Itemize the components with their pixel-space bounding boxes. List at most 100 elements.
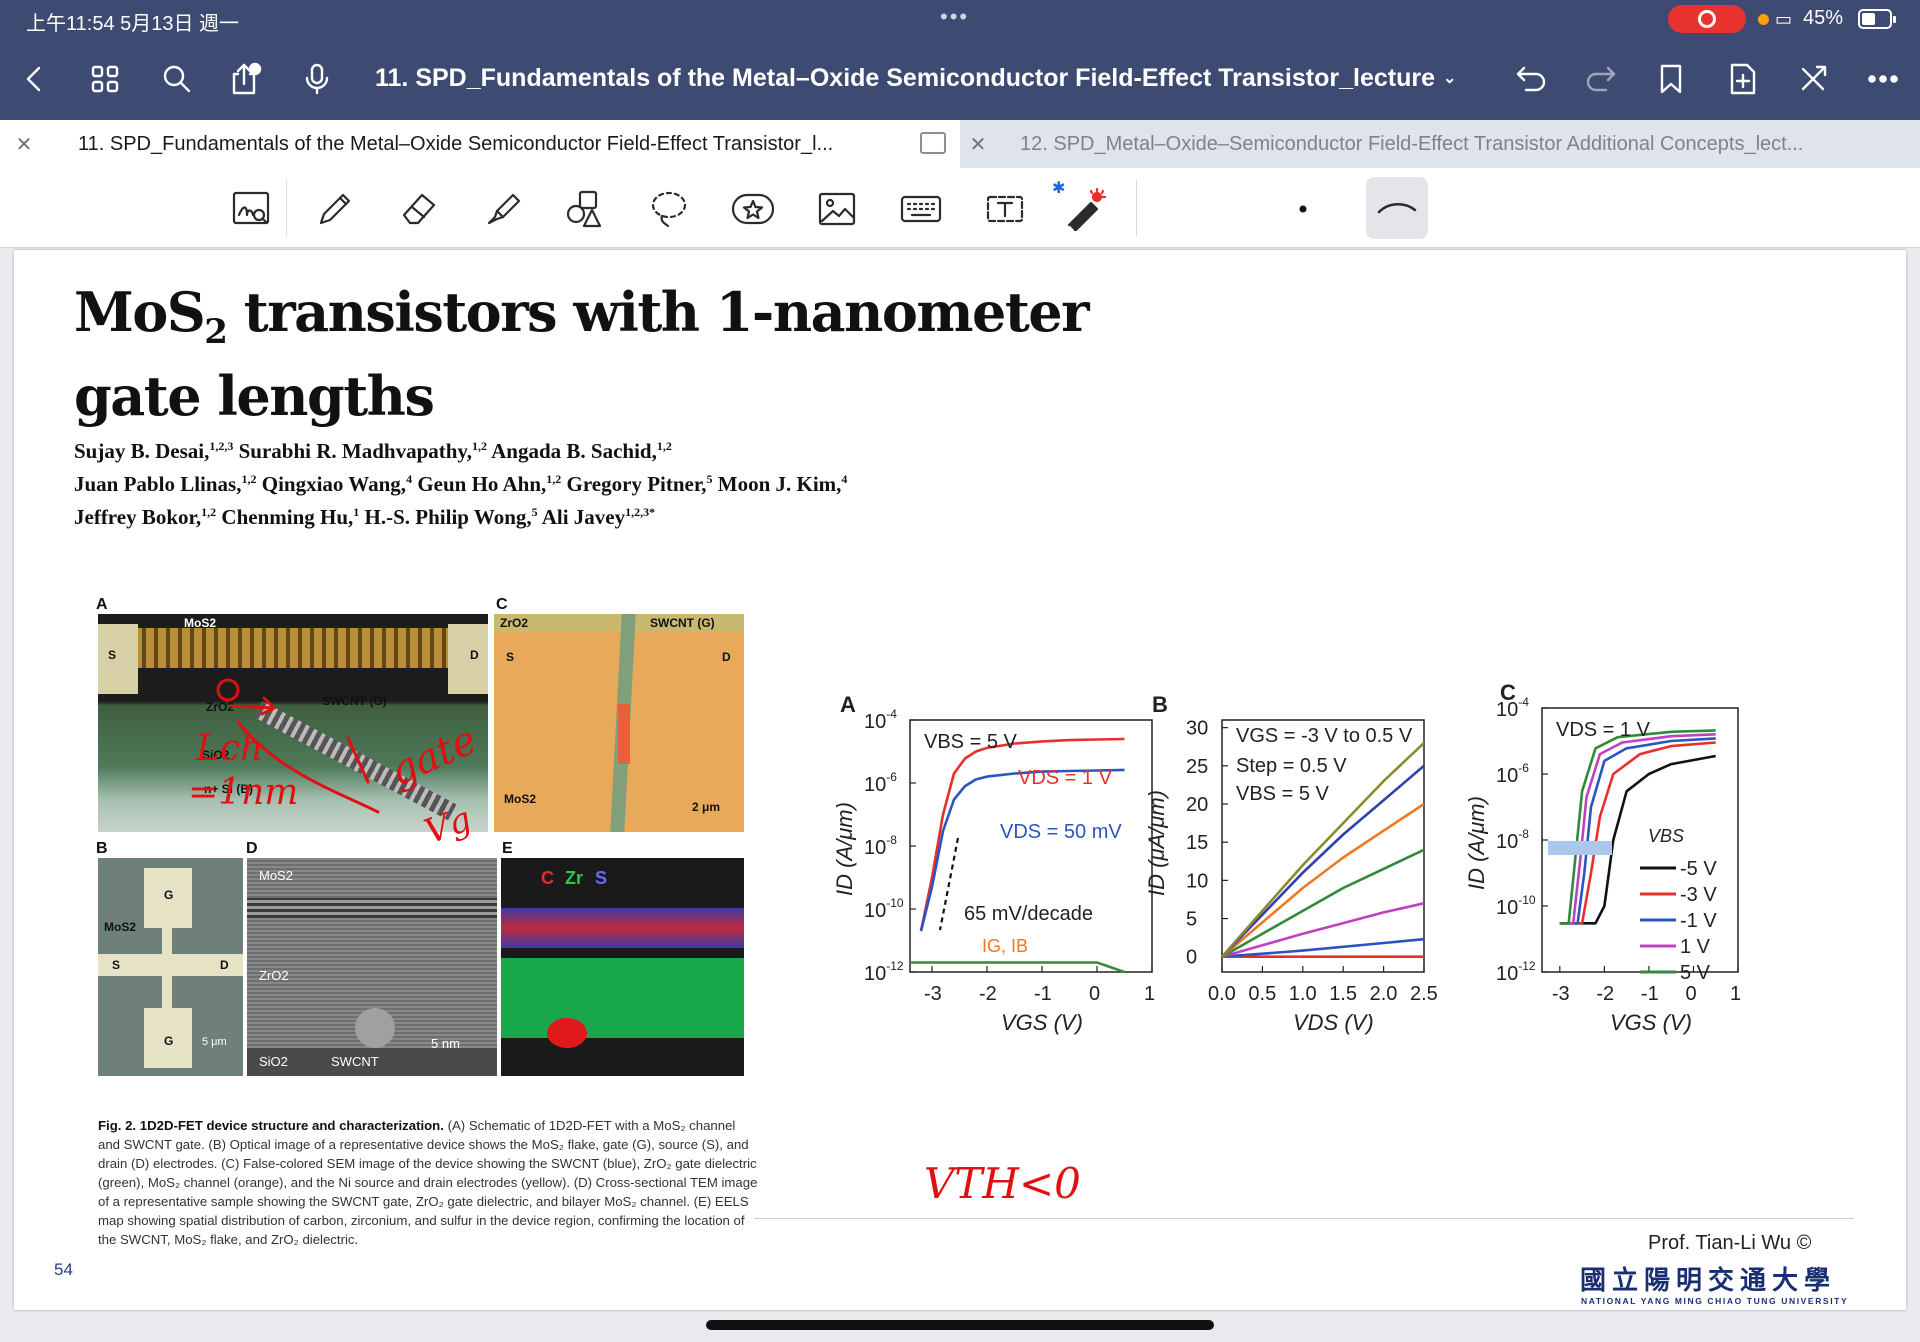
battery-icon xyxy=(1858,9,1896,29)
y-tick-label: 0 xyxy=(1186,947,1197,969)
lasso-icon[interactable] xyxy=(646,186,692,232)
search-icon[interactable] xyxy=(154,56,200,102)
tab-lecture-12[interactable]: ✕ 12. SPD_Metal–Oxide–Semiconductor Fiel… xyxy=(960,120,1920,168)
y-tick-label: 10-4 xyxy=(864,707,897,733)
y-tick-label: 5 xyxy=(1186,909,1197,931)
zoom-write-icon[interactable] xyxy=(228,186,274,232)
chart-panel-label: B xyxy=(1152,692,1168,717)
annotation-text: VGS = -3 V to 0.5 V xyxy=(1236,725,1413,747)
y-tick-label: 15 xyxy=(1186,832,1208,854)
document-title[interactable]: 11. SPD_Fundamentals of the Metal–Oxide … xyxy=(375,64,1456,93)
x-tick-label: 1 xyxy=(1730,983,1741,1005)
pen-icon[interactable] xyxy=(312,186,358,232)
y-tick-label: 10-6 xyxy=(1496,761,1529,787)
pen-stroke-style-icon[interactable] xyxy=(1366,177,1428,239)
more-icon[interactable] xyxy=(1860,56,1906,102)
close-tab-icon[interactable]: ✕ xyxy=(960,132,996,157)
y-tick-label: 25 xyxy=(1186,756,1208,778)
figure-device-structure: A B C D E MoS2 S D ZrO2 SWCNT (G) SiO2 n… xyxy=(96,596,748,1082)
nav-bar: 11. SPD_Fundamentals of the Metal–Oxide … xyxy=(0,38,1920,120)
eraser-icon[interactable] xyxy=(396,186,442,232)
grid-icon[interactable] xyxy=(82,56,128,102)
image-icon[interactable] xyxy=(814,186,860,232)
x-axis-label: VDS (V) xyxy=(1293,1010,1374,1035)
airplay-icon: ▭ xyxy=(1775,9,1793,29)
y-tick-label: 10-8 xyxy=(864,833,897,859)
sticker-icon[interactable] xyxy=(730,186,776,232)
university-name-en: NATIONAL YANG MING CHIAO TUNG UNIVERSITY xyxy=(1581,1296,1849,1306)
add-page-icon[interactable] xyxy=(1720,56,1766,102)
chevron-down-icon: ⌄ xyxy=(1443,70,1457,87)
x-tick-label: -1 xyxy=(1034,983,1052,1005)
legend-label: -1 V xyxy=(1680,910,1717,932)
pdf-page[interactable]: MoS2 transistors with 1-nanometer gate l… xyxy=(14,250,1906,1310)
x-tick-label: 0 xyxy=(1089,983,1100,1005)
share-icon[interactable] xyxy=(222,56,268,102)
title-line2: gate lengths xyxy=(74,363,435,428)
close-tab-icon[interactable]: ✕ xyxy=(6,132,42,157)
plot-frame xyxy=(909,719,1153,973)
figure-caption: Fig. 2. 1D2D-FET device structure and ch… xyxy=(98,1116,758,1249)
bookmark-icon[interactable] xyxy=(1648,56,1694,102)
title-part: transistors with 1-nanometer xyxy=(226,280,1090,344)
document-title-text: 11. SPD_Fundamentals of the Metal–Oxide … xyxy=(375,64,1435,92)
home-indicator[interactable] xyxy=(706,1320,1214,1330)
multitask-dots[interactable]: ••• xyxy=(940,4,969,30)
annotation-gate: gate xyxy=(383,717,483,795)
annotation-text: VDS = 50 mV xyxy=(1000,821,1122,843)
legend-label: 5 V xyxy=(1680,962,1711,984)
pen-size-dot-icon[interactable] xyxy=(1280,186,1326,232)
author-list: Sujay B. Desai,1,2,3 Surabhi R. Madhvapa… xyxy=(74,439,848,529)
redo-icon[interactable] xyxy=(1578,56,1624,102)
shapes-icon[interactable] xyxy=(562,186,608,232)
keyboard-icon[interactable] xyxy=(898,186,944,232)
handwritten-annotations: Lch =1nm gate Vg xyxy=(188,678,484,852)
title-part: MoS xyxy=(74,280,206,344)
x-tick-label: 2.0 xyxy=(1370,983,1398,1005)
back-icon[interactable] xyxy=(12,56,58,102)
plot-frame xyxy=(1541,707,1739,973)
annotation-eq: =1nm xyxy=(188,772,298,813)
x-tick-label: 1.0 xyxy=(1289,983,1317,1005)
status-bar: 上午11:54 5月13日 週一 ••• ▭ 45% xyxy=(0,0,1920,38)
highlighter-icon[interactable] xyxy=(480,186,526,232)
legend-label: -5 V xyxy=(1680,858,1717,880)
series-line xyxy=(1221,802,1425,958)
text-icon[interactable] xyxy=(982,186,1028,232)
y-tick-label: 30 xyxy=(1186,718,1208,740)
title-subscript: 2 xyxy=(204,311,228,352)
microphone-icon[interactable] xyxy=(294,56,340,102)
close-tools-icon[interactable] xyxy=(1790,56,1836,102)
tab-lecture-11[interactable]: ✕ 11. SPD_Fundamentals of the Metal–Oxid… xyxy=(0,120,960,168)
charts-svg: A10-410-610-810-1010-12-3 -2 -1 0 1VGS (V)ID… xyxy=(832,680,1741,1035)
university-name-zh: 國立陽明交通大學 xyxy=(1580,1266,1837,1296)
y-tick-label: 10-12 xyxy=(864,959,904,985)
x-tick-label: 1 xyxy=(1144,983,1155,1005)
annotation-text: 65 mV/decade xyxy=(964,903,1093,925)
x-tick-label: -3 xyxy=(1552,983,1570,1005)
laser-pointer-icon[interactable] xyxy=(1062,186,1108,232)
y-tick-label: 10-6 xyxy=(864,770,897,796)
y-tick-label: 10 xyxy=(1186,870,1208,892)
tab-label: 11. SPD_Fundamentals of the Metal–Oxide … xyxy=(78,132,834,155)
screen-record-indicator[interactable] xyxy=(1668,5,1746,33)
mic-in-use-dot xyxy=(1758,14,1769,25)
legend-label: 1 V xyxy=(1680,936,1711,958)
caption-lead: Fig. 2. 1D2D-FET device structure and ch… xyxy=(98,1118,444,1133)
annotation-lch: Lch xyxy=(195,728,263,769)
annotation-text: Step = 0.5 V xyxy=(1236,755,1347,777)
document-tabs: ✕ 11. SPD_Fundamentals of the Metal–Oxid… xyxy=(0,120,1920,168)
x-tick-label: 0.0 xyxy=(1208,983,1236,1005)
battery-percent: 45% xyxy=(1803,7,1844,29)
undo-icon[interactable] xyxy=(1508,56,1554,102)
status-time-date: 上午11:54 5月13日 週一 xyxy=(26,13,240,35)
x-tick-label: 0 xyxy=(1685,983,1696,1005)
footer-divider xyxy=(754,1218,1854,1219)
split-view-icon[interactable] xyxy=(920,132,946,154)
tab-label: 12. SPD_Metal–Oxide–Semiconductor Field-… xyxy=(1020,132,1804,155)
x-axis-label: VGS (V) xyxy=(1001,1010,1083,1035)
figure-electrical-characteristics: A 10-4 10-6 10-8 10-10 10-12 -3 -2 -1 0 1 VGS (V) ID… xyxy=(814,680,1894,1130)
x-axis-label: VGS (V) xyxy=(1610,1010,1692,1035)
series-line xyxy=(1221,848,1425,958)
annotation-text: VBS = 5 V xyxy=(1236,783,1329,805)
